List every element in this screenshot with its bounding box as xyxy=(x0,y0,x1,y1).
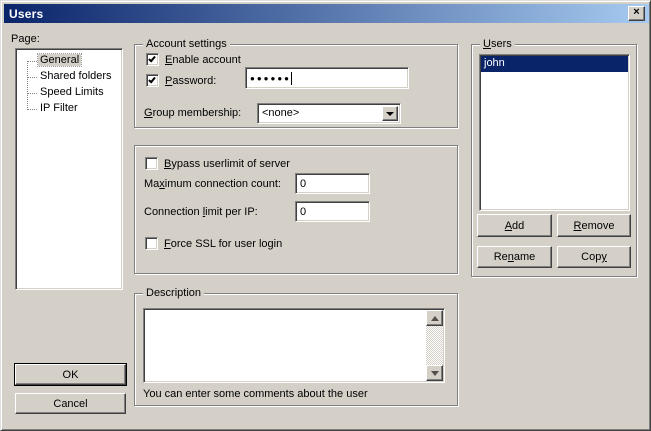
password-value: ●●●●●● xyxy=(250,74,291,83)
scroll-up-button[interactable] xyxy=(426,310,443,326)
scroll-down-button[interactable] xyxy=(426,365,443,381)
ok-button[interactable]: OK xyxy=(15,364,126,385)
connection-per-ip-label: Connection limit per IP: xyxy=(144,206,258,218)
tree-item-shared-folders[interactable]: Shared folders xyxy=(16,69,122,85)
add-user-button[interactable]: Add xyxy=(477,214,552,237)
password-label[interactable]: Password: xyxy=(165,75,216,87)
chevron-down-icon xyxy=(386,112,394,116)
bypass-userlimit-label[interactable]: Bypass userlimit of server xyxy=(164,158,290,170)
page-tree[interactable]: General Shared folders Speed Limits IP F… xyxy=(15,48,123,290)
description-scrollbar[interactable] xyxy=(426,310,443,381)
users-list[interactable]: john xyxy=(479,54,630,211)
password-checkbox[interactable] xyxy=(146,74,159,87)
scroll-up-icon xyxy=(431,316,439,321)
tree-item-ip-filter[interactable]: IP Filter xyxy=(16,101,122,117)
group-membership-label: Group membership: xyxy=(144,107,241,119)
checkmark-icon xyxy=(148,55,156,63)
force-ssl-checkbox[interactable] xyxy=(145,237,158,250)
enable-account-checkbox[interactable] xyxy=(146,53,159,66)
force-ssl-label[interactable]: Force SSL for user login xyxy=(164,238,282,250)
group-membership-select[interactable]: <none> xyxy=(257,103,401,124)
close-icon: × xyxy=(633,7,639,18)
max-connection-label: Maximum connection count: xyxy=(144,178,281,190)
rename-user-button[interactable]: Rename xyxy=(477,246,552,268)
checkmark-icon xyxy=(148,76,156,84)
users-dialog: Users × Page: General Shared folders Spe… xyxy=(0,0,651,431)
cancel-button[interactable]: Cancel xyxy=(15,393,126,414)
description-group: Description You can enter some comments … xyxy=(134,293,458,406)
description-value xyxy=(147,311,424,380)
group-membership-dropdown-button[interactable] xyxy=(382,106,398,121)
user-list-item[interactable]: john xyxy=(481,56,628,72)
max-connection-input[interactable] xyxy=(295,173,370,194)
description-title: Description xyxy=(143,286,204,300)
password-input[interactable]: ●●●●●● xyxy=(245,67,409,89)
page-label: Page: xyxy=(11,33,40,45)
remove-user-button[interactable]: Remove xyxy=(557,214,631,237)
users-group: Users john Add Remove Rename Copy xyxy=(471,44,637,277)
text-caret xyxy=(291,72,292,85)
window-title: Users xyxy=(9,7,43,21)
connection-per-ip-input[interactable] xyxy=(295,201,370,222)
scroll-down-icon xyxy=(431,371,439,376)
close-button[interactable]: × xyxy=(628,6,645,21)
account-settings-group: Account settings Enable account Password… xyxy=(134,44,458,128)
bypass-userlimit-checkbox[interactable] xyxy=(145,157,158,170)
enable-account-label[interactable]: Enable account xyxy=(165,54,241,66)
copy-user-button[interactable]: Copy xyxy=(557,246,631,268)
titlebar: Users xyxy=(4,4,649,23)
description-hint: You can enter some comments about the us… xyxy=(143,388,368,400)
group-membership-value: <none> xyxy=(262,107,299,119)
connection-limits-group: Bypass userlimit of server Maximum conne… xyxy=(134,145,458,274)
users-group-title: Users xyxy=(480,37,515,51)
description-input[interactable] xyxy=(143,308,445,383)
tree-item-general[interactable]: General xyxy=(16,53,122,69)
tree-item-speed-limits[interactable]: Speed Limits xyxy=(16,85,122,101)
account-settings-title: Account settings xyxy=(143,37,230,51)
